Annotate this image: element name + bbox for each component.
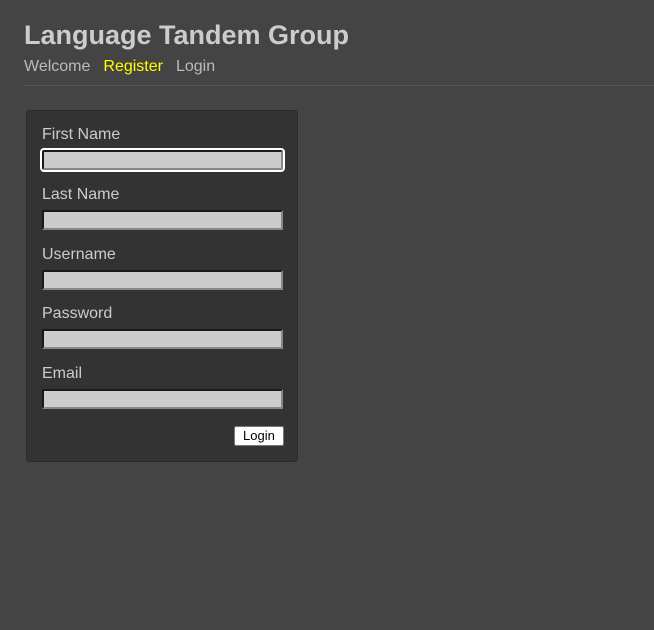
email-field[interactable] [42, 389, 283, 409]
main-nav: Welcome Register Login [24, 57, 215, 77]
site-title: Language Tandem Group [24, 20, 350, 50]
password-field[interactable] [42, 329, 283, 349]
nav-login[interactable]: Login [176, 57, 215, 77]
first-name-field[interactable] [40, 148, 285, 172]
email-label: Email [42, 365, 83, 382]
username-label: Username [42, 246, 116, 263]
last-name-field[interactable] [42, 210, 283, 230]
register-form: First Name Last Name Username Password E… [26, 110, 298, 462]
username-field[interactable] [42, 270, 283, 290]
nav-welcome[interactable]: Welcome [24, 57, 90, 77]
nav-register[interactable]: Register [103, 57, 163, 77]
first-name-label: First Name [42, 126, 121, 143]
password-label: Password [42, 305, 113, 322]
last-name-label: Last Name [42, 186, 120, 203]
login-button[interactable]: Login [234, 426, 284, 446]
header-divider [24, 85, 654, 86]
